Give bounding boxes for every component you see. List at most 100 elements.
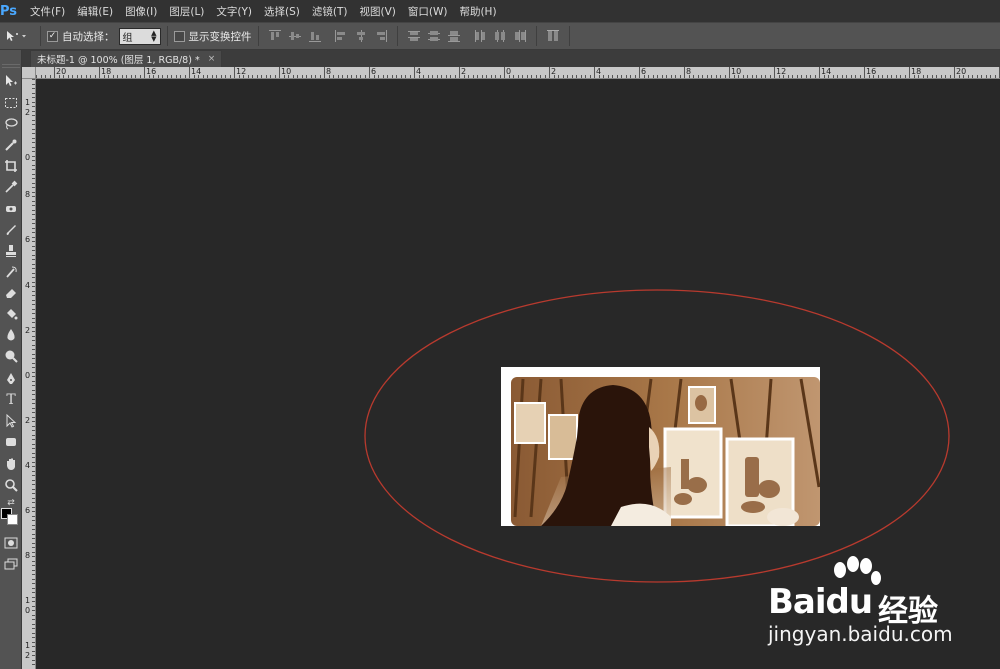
auto-select-value: 组 (122, 32, 133, 44)
type-tool-icon[interactable]: T (2, 391, 20, 409)
hand-tool-icon[interactable] (2, 455, 20, 473)
ruler-label: 18 (911, 67, 922, 76)
ruler-label: 4 (25, 281, 31, 290)
menu-view[interactable]: 视图(V) (353, 0, 401, 22)
baidu-logo: Baidu (768, 582, 873, 622)
document-tab-title: 未标题-1 @ 100% (图层 1, RGB/8) * (37, 55, 200, 66)
crop-tool-icon[interactable] (2, 157, 20, 175)
photoshop-logo: Ps (0, 3, 18, 19)
document-tab-bar: 未标题-1 @ 100% (图层 1, RGB/8) * × (22, 50, 1000, 67)
spot-healing-tool-icon[interactable] (2, 200, 20, 218)
ruler-label: 10 (731, 67, 742, 76)
align-top-edges-icon[interactable] (267, 28, 283, 44)
distribute-right-icon[interactable] (512, 28, 528, 44)
ruler-label: 2 (25, 416, 31, 425)
zoom-tool-icon[interactable] (2, 476, 20, 494)
ruler-label: 2 (25, 651, 31, 660)
move-tool-preset-button[interactable] (0, 25, 34, 47)
align-bottom-edges-icon[interactable] (307, 28, 323, 44)
screen-mode-icon[interactable] (2, 555, 20, 573)
ruler-label: 0 (506, 67, 512, 76)
ruler-origin[interactable] (22, 67, 36, 79)
lasso-tool-icon[interactable] (2, 115, 20, 133)
ruler-label: 10 (281, 67, 292, 76)
show-transform-checkbox[interactable] (173, 30, 185, 42)
menu-layer[interactable]: 图层(L) (163, 0, 210, 22)
history-brush-tool-icon[interactable] (2, 263, 20, 281)
divider (166, 26, 168, 46)
ruler-label: 2 (25, 108, 31, 117)
ruler-label: 20 (56, 67, 67, 76)
show-transform-label: 显示变换控件 (188, 30, 252, 43)
ruler-label: 1 (25, 641, 31, 650)
align-left-edges-icon[interactable] (333, 28, 349, 44)
menu-select[interactable]: 选择(S) (258, 0, 306, 22)
ruler-label: 6 (25, 506, 31, 515)
ruler-label: 1 (25, 596, 31, 605)
divider (535, 26, 537, 46)
ruler-label: 18 (101, 67, 112, 76)
menu-edit[interactable]: 编辑(E) (71, 0, 119, 22)
ruler-label: 12 (236, 67, 247, 76)
panel-grip[interactable] (2, 64, 20, 68)
move-tool-icon[interactable] (2, 72, 20, 90)
marquee-tool-icon[interactable] (2, 94, 20, 112)
ruler-label: 8 (25, 190, 31, 199)
menu-window[interactable]: 窗口(W) (402, 0, 454, 22)
ruler-label: 8 (25, 551, 31, 560)
align-horizontal-centers-icon[interactable] (353, 28, 369, 44)
ruler-label: 4 (25, 461, 31, 470)
menu-type[interactable]: 文字(Y) (210, 0, 258, 22)
ruler-label: 1 (25, 98, 31, 107)
layer-photo[interactable] (501, 367, 820, 526)
auto-select-checkbox[interactable]: ✓ (47, 30, 58, 42)
align-right-edges-icon[interactable] (373, 28, 389, 44)
options-bar: ✓ 自动选择： 组 ▲ ▼ 显示变换控件 (0, 22, 1000, 50)
ruler-label: 0 (25, 153, 31, 162)
ruler-label: 4 (596, 67, 602, 76)
vertical-ruler: 1208642024681012 (22, 79, 36, 669)
menu-help[interactable]: 帮助(H) (453, 0, 502, 22)
eyedropper-tool-icon[interactable] (2, 178, 20, 196)
baidu-jingyan-watermark: Baidu 经验 jingyan.baidu.com (762, 556, 992, 656)
ruler-label: 20 (956, 67, 967, 76)
pen-tool-icon[interactable] (2, 370, 20, 388)
path-selection-tool-icon[interactable] (2, 412, 20, 430)
updown-arrow-icon: ▲ ▼ (151, 29, 157, 43)
clone-stamp-tool-icon[interactable] (2, 242, 20, 260)
brush-tool-icon[interactable] (2, 221, 20, 239)
auto-align-layers-icon[interactable] (545, 28, 561, 44)
eraser-tool-icon[interactable] (2, 284, 20, 302)
blur-tool-icon[interactable] (2, 326, 20, 344)
rectangle-tool-icon[interactable] (2, 433, 20, 451)
menu-filter[interactable]: 滤镜(T) (306, 0, 354, 22)
close-icon[interactable]: × (208, 54, 216, 64)
ruler-label: 4 (416, 67, 422, 76)
menu-image[interactable]: 图像(I) (119, 0, 163, 22)
distribute-left-icon[interactable] (472, 28, 488, 44)
ruler-label: 16 (866, 67, 877, 76)
ruler-label: 12 (776, 67, 787, 76)
paint-bucket-tool-icon[interactable] (2, 305, 20, 323)
quick-selection-tool-icon[interactable] (2, 136, 20, 154)
photo-studio-image (501, 367, 820, 526)
distribute-vertical-centers-icon[interactable] (426, 28, 442, 44)
ruler-label: 14 (821, 67, 832, 76)
distribute-top-icon[interactable] (406, 28, 422, 44)
dodge-tool-icon[interactable] (2, 347, 20, 365)
quick-mask-icon[interactable] (2, 534, 20, 552)
document-tab[interactable]: 未标题-1 @ 100% (图层 1, RGB/8) * × (30, 50, 223, 67)
auto-select-dropdown[interactable]: 组 ▲ ▼ (118, 27, 161, 45)
menu-bar: Ps 文件(F) 编辑(E) 图像(I) 图层(L) 文字(Y) 选择(S) 滤… (0, 0, 1000, 22)
divider (257, 26, 259, 46)
divider (568, 26, 570, 46)
background-color-swatch[interactable] (7, 514, 18, 525)
ruler-label: 6 (641, 67, 647, 76)
divider (40, 26, 41, 46)
distribute-horizontal-centers-icon[interactable] (492, 28, 508, 44)
align-vertical-centers-icon[interactable] (287, 28, 303, 44)
menu-file[interactable]: 文件(F) (24, 0, 71, 22)
ruler-label: 6 (371, 67, 377, 76)
ruler-label: 6 (25, 235, 31, 244)
distribute-bottom-icon[interactable] (446, 28, 462, 44)
